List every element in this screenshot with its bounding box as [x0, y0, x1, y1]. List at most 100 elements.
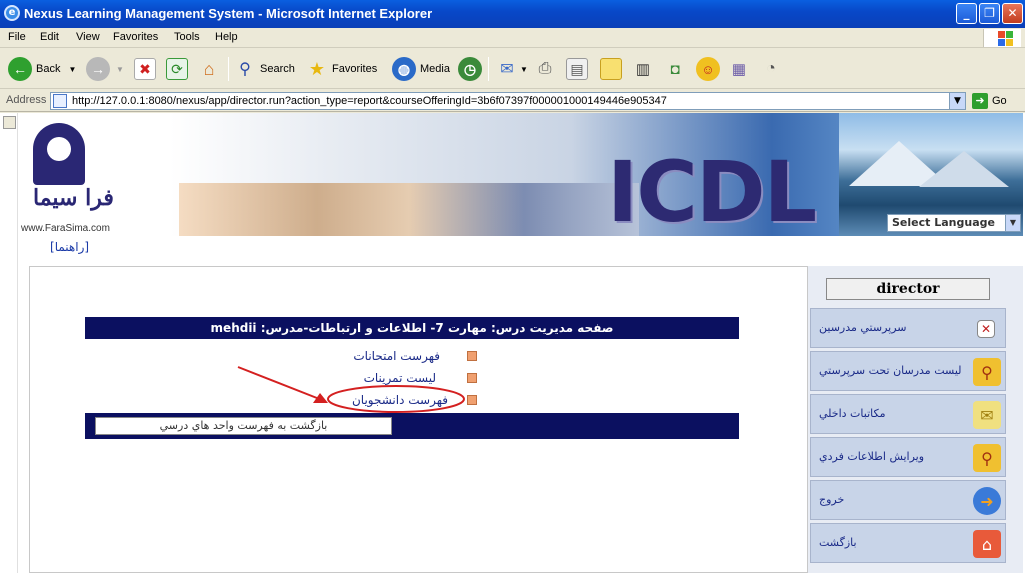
chevron-down-icon: ▼ [520, 64, 528, 74]
mail-button[interactable]: ✉ ▼ [496, 55, 528, 83]
favorites-button[interactable]: ★ Favorites [306, 55, 377, 83]
address-label: Address [6, 94, 47, 106]
sidebar-item-teacher-supervision[interactable]: سرپرستي مدرسين ✕ [810, 308, 1006, 348]
chevron-down-icon: ▼ [116, 64, 124, 74]
annotation-arrowhead [313, 393, 328, 403]
address-input[interactable]: http://127.0.0.1:8080/nexus/app/director… [50, 92, 966, 110]
history-button[interactable]: ◷ [458, 55, 482, 83]
course-admin-panel: صفحه مديريت درس: مهارت 7- اطلاعات و ارتب… [29, 266, 807, 573]
forward-button[interactable]: → ▼ [86, 55, 124, 83]
print-button[interactable]: ⎙ [534, 55, 556, 83]
magnifier-icon: ⚲ [973, 358, 1001, 386]
bullet-icon [467, 395, 477, 405]
refresh-icon: ⟳ [166, 58, 188, 80]
back-bar: بازگشت به فهرست واحد هاي درسي [85, 413, 739, 439]
forward-arrow-icon: → [86, 57, 110, 81]
discuss-button[interactable]: ◔ [760, 55, 782, 83]
frame-toggle-icon[interactable] [3, 116, 16, 129]
toolbar: ← Back ▼ → ▼ ✖ ⟳ ⌂ ⚲ Search ★ Favorites … [0, 49, 1025, 89]
chevron-down-icon[interactable]: ▼ [949, 93, 965, 109]
star-icon: ★ [308, 58, 326, 79]
address-url[interactable]: http://127.0.0.1:8080/nexus/app/director… [72, 95, 667, 107]
title-bar: e Nexus Learning Management System - Mic… [0, 0, 1025, 28]
toolbar-separator [488, 57, 489, 81]
edit-icon: ▤ [566, 58, 588, 80]
menu-view[interactable]: View [76, 31, 100, 43]
logo-text: فرا سيما [33, 185, 114, 211]
menu-edit[interactable]: Edit [40, 31, 59, 43]
language-select[interactable]: Select Language ▼ [887, 214, 1021, 232]
icdl-banner: فرا سيما www.FaraSima.com ICDL Select La… [19, 113, 1023, 236]
bullet-icon [467, 373, 477, 383]
left-frame-strip [0, 113, 18, 573]
user-name-box: director [826, 278, 990, 300]
stop-button[interactable]: ✖ [134, 55, 156, 83]
windows-logo-icon [983, 29, 1021, 47]
edit-button[interactable]: ▤ [566, 55, 588, 83]
exams-list-link[interactable]: فهرست امتحانات [330, 349, 440, 363]
tv-icon: ◘ [670, 60, 680, 78]
menu-help[interactable]: Help [215, 31, 238, 43]
home-button[interactable]: ⌂ [198, 55, 220, 83]
back-arrow-icon: ← [8, 57, 32, 81]
bullet-icon [467, 351, 477, 361]
sidebar-item-back[interactable]: بازگشت ⌂ [810, 523, 1006, 563]
home-icon: ⌂ [973, 530, 1001, 558]
sidebar: director سرپرستي مدرسين ✕ ليست مدرسان تح… [807, 266, 1023, 573]
page-icon [53, 94, 67, 108]
mountain-shape [919, 151, 1009, 187]
chevron-down-icon[interactable]: ▼ [1005, 215, 1020, 231]
note-icon [600, 58, 622, 80]
globe-icon: ◍ [392, 57, 416, 81]
envelope-icon: ✉ [973, 401, 1001, 429]
go-button[interactable]: ➜ Go [972, 92, 1007, 110]
sidebar-item-edit-profile[interactable]: ويرايش اطلاعات فردي ⚲ [810, 437, 1006, 477]
chevron-down-icon: ▼ [68, 64, 77, 74]
notes-button[interactable] [600, 55, 622, 83]
yahoo-button[interactable]: ☺ [696, 55, 720, 83]
home-icon: ⌂ [203, 58, 215, 79]
back-button[interactable]: ← Back ▼ [8, 55, 76, 83]
tools-button[interactable]: ▦ [728, 55, 750, 83]
menu-bar: File Edit View Favorites Tools Help [0, 28, 1025, 48]
smiley-icon: ☺ [696, 57, 720, 81]
exit-icon: ➜ [973, 487, 1001, 515]
research-button[interactable]: ▥ [632, 55, 654, 83]
minimize-button[interactable]: _ [956, 3, 977, 24]
back-to-units-button[interactable]: بازگشت به فهرست واحد هاي درسي [95, 417, 392, 435]
icdl-title: ICDL [607, 143, 817, 236]
mail-icon: ✉ [500, 61, 514, 78]
messenger-button[interactable]: ◘ [664, 55, 686, 83]
annotation-arrow-line [237, 366, 323, 401]
sidebar-item-supervised-teachers[interactable]: ليست مدرسان تحت سرپرستي ⚲ [810, 351, 1006, 391]
menu-favorites[interactable]: Favorites [113, 31, 158, 43]
maximize-button[interactable]: ❐ [979, 3, 1000, 24]
help-link[interactable]: [راهنما] [50, 240, 89, 254]
search-icon: ⚲ [239, 61, 251, 78]
speech-bubble-icon: ◔ [766, 60, 776, 77]
exercises-list-link[interactable]: ليست تمرينات [330, 371, 436, 385]
stop-icon: ✖ [134, 58, 156, 80]
search-button[interactable]: ⚲ Search [234, 55, 295, 83]
close-box-icon: ✕ [977, 320, 995, 338]
media-button[interactable]: ◍ Media [392, 55, 450, 83]
book-icon: ▦ [731, 61, 747, 78]
refresh-button[interactable]: ⟳ [166, 55, 188, 83]
window-title: Nexus Learning Management System - Micro… [24, 6, 433, 21]
sidebar-item-logout[interactable]: خروج ➜ [810, 480, 1006, 520]
menu-file[interactable]: File [8, 31, 26, 43]
close-button[interactable]: ✕ [1002, 3, 1023, 24]
ie-logo-icon: e [4, 5, 20, 21]
students-list-link[interactable]: فهرست دانشجويان [330, 393, 448, 407]
page-viewport: فرا سيما www.FaraSima.com ICDL Select La… [0, 113, 1025, 573]
site-url: www.FaraSima.com [21, 223, 110, 234]
banner-photo-strip [179, 183, 639, 236]
menu-tools[interactable]: Tools [174, 31, 200, 43]
books-icon: ▥ [635, 61, 651, 78]
go-arrow-icon: ➜ [972, 93, 988, 109]
toolbar-separator [228, 57, 229, 81]
sidebar-item-internal-mail[interactable]: مکاتبات داخلي ✉ [810, 394, 1006, 434]
magnifier-icon: ⚲ [973, 444, 1001, 472]
history-icon: ◷ [458, 57, 482, 81]
printer-icon: ⎙ [538, 60, 552, 77]
